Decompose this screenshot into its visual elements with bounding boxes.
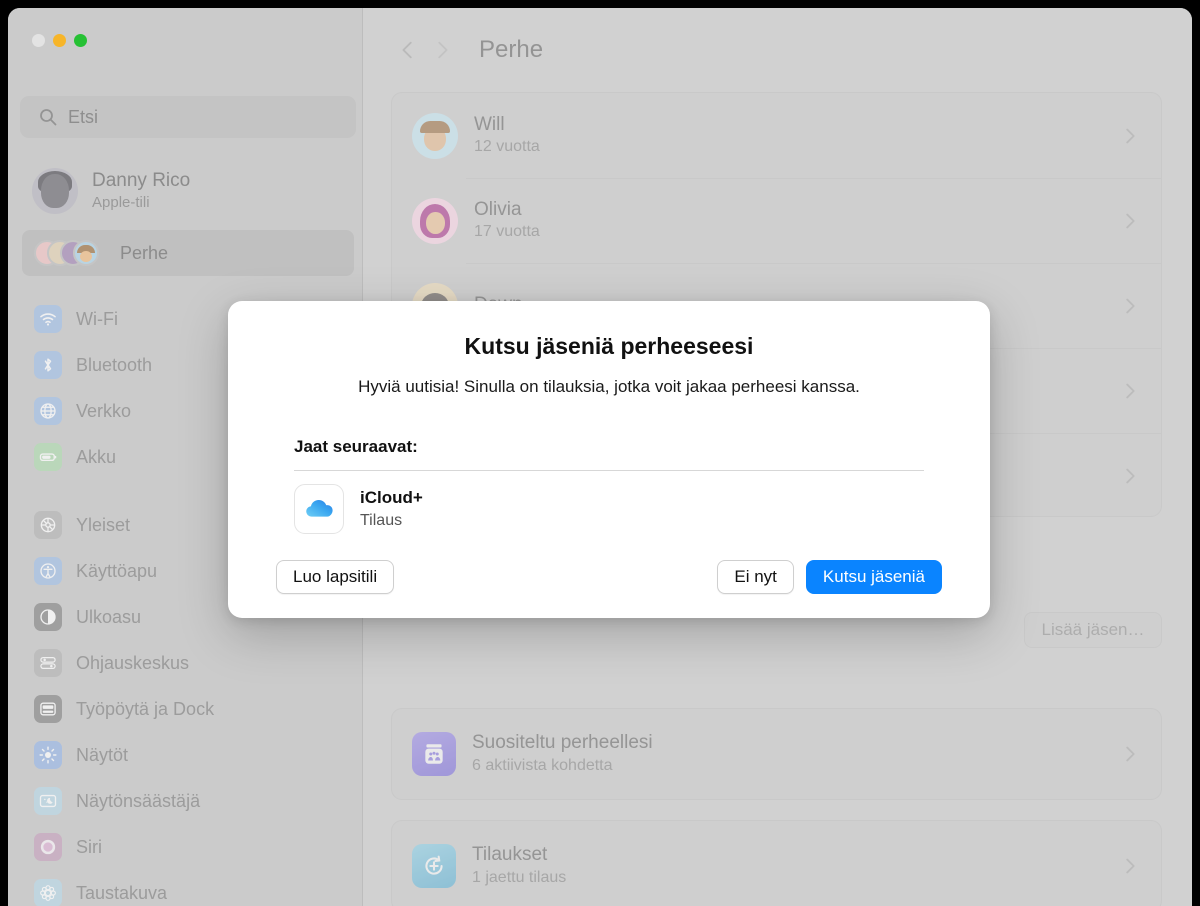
sidebar-item-label: Bluetooth bbox=[76, 354, 153, 375]
dialog-message: Hyviä uutisia! Sinulla on tilauksia, jot… bbox=[358, 377, 860, 396]
family-avatar-stack bbox=[34, 238, 106, 268]
subscriptions-section-card[interactable]: Tilaukset 1 jaettu tilaus bbox=[391, 820, 1162, 906]
chevron-right-icon[interactable] bbox=[425, 33, 459, 67]
screenshot-root: Etsi Danny Rico Apple-tili Perhe Wi-Fi Bl… bbox=[0, 0, 1200, 906]
sidebar-item-label: Verkko bbox=[76, 400, 132, 421]
chevron-right-icon bbox=[1119, 295, 1141, 317]
member-name: Olivia bbox=[474, 198, 522, 220]
siri-icon bbox=[34, 833, 62, 861]
avatar bbox=[412, 112, 458, 159]
system-settings-window: Etsi Danny Rico Apple-tili Perhe Wi-Fi Bl… bbox=[8, 8, 1192, 906]
chevron-left-icon[interactable] bbox=[391, 33, 425, 67]
family-recommendations-icon bbox=[412, 732, 456, 776]
sidebar-item-taustakuva[interactable]: Taustakuva bbox=[22, 870, 354, 906]
bluetooth-icon bbox=[34, 351, 62, 379]
gear-icon bbox=[34, 511, 62, 539]
sidebar-item-label: Akku bbox=[76, 446, 117, 467]
sidebar-item-label: Perhe bbox=[120, 242, 169, 263]
chevron-right-icon bbox=[1119, 380, 1141, 402]
desktop-dock-icon bbox=[34, 695, 62, 723]
wallpaper-icon bbox=[34, 879, 62, 906]
sidebar-item-label: Käyttöapu bbox=[76, 560, 158, 581]
search-placeholder: Etsi bbox=[68, 106, 99, 127]
account-subtitle: Apple-tili bbox=[92, 194, 150, 212]
sidebar-item-family[interactable]: Perhe bbox=[22, 230, 354, 276]
globe-icon bbox=[34, 397, 62, 425]
section-subtitle: 6 aktiivista kohdetta bbox=[472, 756, 613, 774]
page-title: Perhe bbox=[479, 36, 544, 63]
member-name: Will bbox=[474, 113, 505, 135]
maximize-button[interactable] bbox=[74, 34, 87, 47]
list-item: iCloud+ Tilaus bbox=[276, 484, 942, 534]
section-title: Suositeltu perheellesi bbox=[472, 732, 653, 754]
not-now-button[interactable]: Ei nyt bbox=[717, 560, 794, 594]
sidebar-item-label: Siri bbox=[76, 836, 102, 857]
member-age: 17 vuotta bbox=[474, 223, 540, 241]
divider bbox=[294, 470, 924, 471]
appearance-icon bbox=[34, 603, 62, 631]
add-member-button[interactable]: Lisää jäsen… bbox=[1024, 612, 1162, 648]
sidebar-item-label: Yleiset bbox=[76, 514, 131, 535]
dialog-actions: Luo lapsitili Ei nyt Kutsu jäseniä bbox=[276, 560, 942, 594]
sidebar-item-label: Wi-Fi bbox=[76, 308, 118, 329]
sidebar-item-n-yt-t[interactable]: Näytöt bbox=[22, 732, 354, 778]
sidebar-item-ohjauskeskus[interactable]: Ohjauskeskus bbox=[22, 640, 354, 686]
section-title: Tilaukset bbox=[472, 844, 548, 866]
chevron-right-icon bbox=[1119, 125, 1141, 147]
share-item-subtitle: Tilaus bbox=[360, 511, 403, 529]
chevron-right-icon bbox=[1119, 855, 1141, 877]
avatar bbox=[32, 168, 78, 214]
sidebar-item-ty-p-yt-ja-dock[interactable]: Työpöytä ja Dock bbox=[22, 686, 354, 732]
battery-icon bbox=[34, 443, 62, 471]
share-heading: Jaat seuraavat: bbox=[294, 437, 418, 456]
invite-members-dialog: Kutsu jäseniä perheeseesi Hyviä uutisia!… bbox=[228, 301, 990, 618]
avatar bbox=[412, 197, 458, 244]
sidebar-item-label: Näytönsäästäjä bbox=[76, 790, 201, 811]
sidebar-item-label: Työpöytä ja Dock bbox=[76, 698, 215, 719]
sidebar-item-label: Taustakuva bbox=[76, 882, 168, 903]
sidebar-item-label: Ohjauskeskus bbox=[76, 652, 190, 673]
chevron-right-icon bbox=[1119, 743, 1141, 765]
sidebar-item-n-yt-ns-st-j[interactable]: Näytönsäästäjä bbox=[22, 778, 354, 824]
member-row[interactable]: Will 12 vuotta bbox=[392, 93, 1161, 178]
section-subtitle: 1 jaettu tilaus bbox=[472, 868, 567, 886]
account-name: Danny Rico bbox=[92, 170, 191, 192]
recommended-section-card[interactable]: Suositeltu perheellesi 6 aktiivista kohd… bbox=[391, 708, 1162, 800]
displays-icon bbox=[34, 741, 62, 769]
wifi-icon bbox=[34, 305, 62, 333]
member-age: 12 vuotta bbox=[474, 138, 540, 156]
search-icon bbox=[38, 107, 58, 127]
invite-members-button[interactable]: Kutsu jäseniä bbox=[805, 560, 942, 594]
sidebar-item-label: Näytöt bbox=[76, 744, 129, 765]
sidebar-item-account[interactable]: Danny Rico Apple-tili bbox=[22, 160, 354, 222]
sidebar-item-siri[interactable]: Siri bbox=[22, 824, 354, 870]
sidebar-item-label: Ulkoasu bbox=[76, 606, 142, 627]
control-center-icon bbox=[34, 649, 62, 677]
dialog-title: Kutsu jäseniä perheeseesi bbox=[464, 333, 754, 359]
member-row[interactable]: Olivia 17 vuotta bbox=[392, 178, 1161, 263]
toolbar: Perhe bbox=[363, 8, 1192, 92]
search-input[interactable]: Etsi bbox=[20, 96, 356, 138]
accessibility-icon bbox=[34, 557, 62, 585]
chevron-right-icon bbox=[1119, 210, 1141, 232]
chevron-right-icon bbox=[1119, 465, 1141, 487]
share-item-name: iCloud+ bbox=[360, 487, 423, 507]
screensaver-icon bbox=[34, 787, 62, 815]
create-child-account-button[interactable]: Luo lapsitili bbox=[276, 560, 395, 594]
subscriptions-icon bbox=[412, 844, 456, 888]
icloud-icon bbox=[294, 484, 344, 534]
close-button[interactable] bbox=[32, 34, 45, 47]
window-controls bbox=[32, 34, 87, 47]
minimize-button[interactable] bbox=[53, 34, 66, 47]
